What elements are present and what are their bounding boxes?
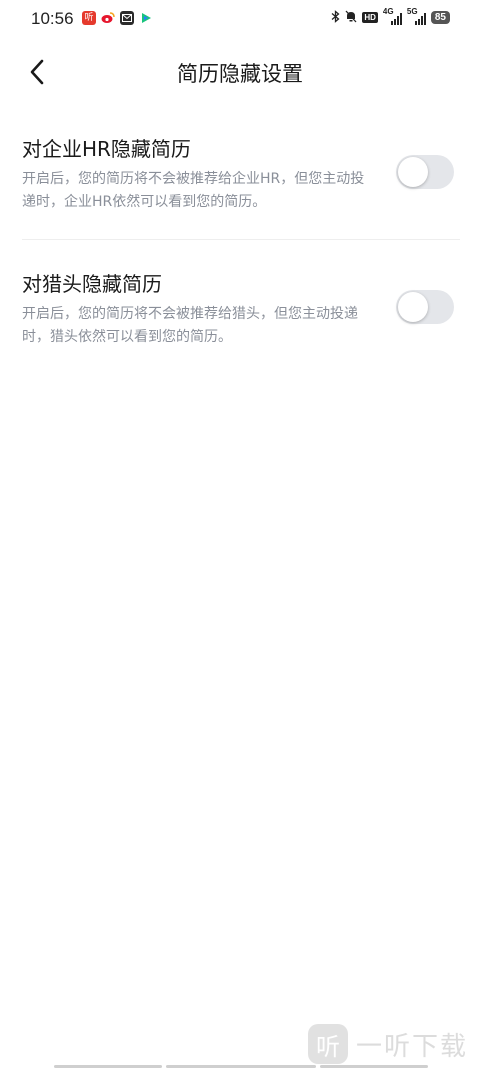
setting-description: 开启后，您的简历将不会被推荐给猎头，但您主动投递时，猎头依然可以看到您的简历。 [22, 306, 358, 345]
status-time: 10:56 [31, 9, 74, 28]
video-app-icon [139, 11, 153, 25]
nav-indicator-left [54, 1065, 162, 1068]
hide-from-headhunter-toggle[interactable] [396, 290, 454, 324]
toggle-knob [398, 292, 428, 322]
nav-indicator-right [320, 1065, 428, 1068]
battery-indicator: 85 [430, 11, 450, 24]
setting-description: 开启后，您的简历将不会被推荐给企业HR，但您主动投递时，企业HR依然可以看到您的… [22, 171, 365, 210]
setting-hide-from-hr: 对企业HR隐藏简历 开启后，您的简历将不会被推荐给企业HR，但您主动投递时，企业… [22, 136, 460, 214]
watermark-text: 一听下载 [355, 1031, 468, 1062]
watermark: 听 一听下载 [307, 1024, 468, 1064]
status-bar: 10:56 听 HD 4G 5G 85 [0, 0, 480, 40]
news-app-icon: 听 [82, 11, 96, 25]
divider [22, 239, 460, 240]
hide-from-hr-toggle[interactable] [396, 155, 454, 189]
status-indicators: HD 4G 5G 85 [331, 7, 450, 25]
nav-indicator-center [166, 1065, 316, 1068]
watermark-logo-icon: 听 [307, 1024, 348, 1064]
toggle-knob [398, 157, 428, 187]
nav-header: 简历隐藏设置 [0, 45, 480, 101]
screen: 10:56 听 HD 4G 5G 85 简历隐藏设置 对企业HR隐藏简历 开启后… [0, 0, 480, 1070]
weibo-icon [101, 11, 115, 25]
bluetooth-icon [331, 10, 340, 25]
hd-badge: HD [362, 12, 378, 23]
setting-title: 对企业HR隐藏简历 [22, 137, 191, 161]
setting-hide-from-headhunter: 对猎头隐藏简历 开启后，您的简历将不会被推荐给猎头，但您主动投递时，猎头依然可以… [22, 271, 460, 349]
mute-bell-icon [345, 10, 357, 25]
signal-4g: 4G [383, 7, 402, 25]
setting-title: 对猎头隐藏简历 [22, 272, 162, 296]
page-title: 简历隐藏设置 [177, 62, 303, 86]
signal-5g: 5G [407, 7, 426, 25]
message-icon [120, 11, 134, 25]
notification-icons: 听 [82, 11, 153, 25]
